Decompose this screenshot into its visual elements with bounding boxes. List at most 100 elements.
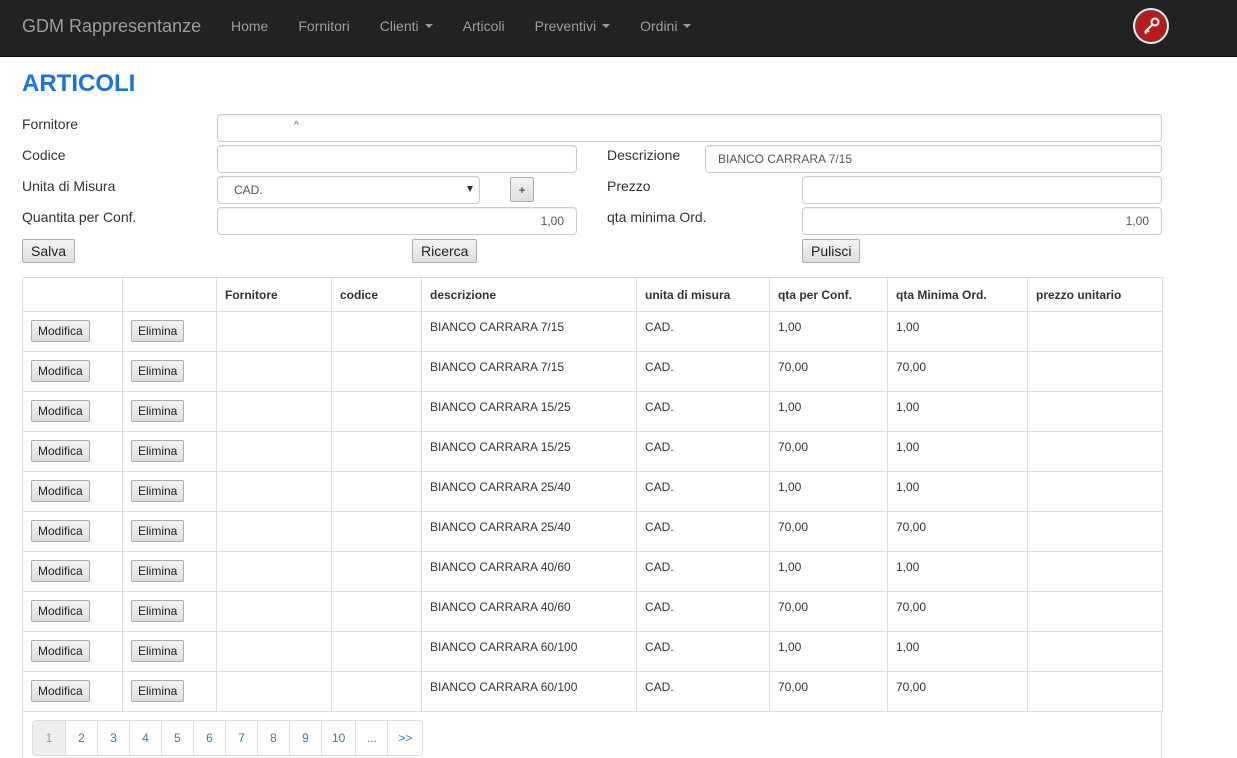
fornitore-cell: [216, 631, 332, 672]
table-row: Modifica Elimina BIANCO CARRARA 7/15 CAD. 70…: [22, 351, 1163, 392]
modifica-cell: Modifica: [22, 551, 123, 592]
table-body: Modifica Elimina BIANCO CARRARA 7/15 CAD. 1,…: [22, 311, 1163, 712]
nav-item-ordini[interactable]: Ordini: [625, 0, 706, 52]
descrizione-cell: BIANCO CARRARA 15/25: [421, 391, 637, 432]
prezzo-cell: [1027, 311, 1163, 352]
qta-min-cell: 1,00: [887, 391, 1028, 432]
modifica-cell: Modifica: [22, 431, 123, 472]
modifica-button[interactable]: Modifica: [31, 480, 90, 502]
elimina-cell: Elimina: [122, 631, 217, 672]
qta-min-input[interactable]: 1,00: [802, 207, 1162, 235]
key-icon[interactable]: [1133, 8, 1169, 44]
page-link[interactable]: 6: [193, 721, 225, 755]
elimina-button[interactable]: Elimina: [131, 560, 185, 582]
page-link[interactable]: >>: [387, 721, 423, 755]
ricerca-button[interactable]: Ricerca: [412, 239, 478, 263]
add-unit-button[interactable]: +: [510, 177, 534, 202]
navbar: GDM Rappresentanze Home Fornitori Clienti A…: [0, 0, 1237, 57]
page-link[interactable]: 5: [161, 721, 193, 755]
elimina-button[interactable]: Elimina: [131, 520, 185, 542]
salva-button[interactable]: Salva: [22, 239, 76, 263]
elimina-button[interactable]: Elimina: [131, 480, 185, 502]
codice-cell: [331, 511, 422, 552]
qta-min-cell: 1,00: [887, 311, 1028, 352]
page-link[interactable]: ...: [355, 721, 388, 755]
column-header: Fornitore: [216, 277, 332, 312]
qta-min-label: qta minima Ord.: [607, 209, 707, 225]
descrizione-cell: BIANCO CARRARA 7/15: [421, 311, 637, 352]
codice-cell: [331, 391, 422, 432]
page-link[interactable]: 4: [129, 721, 161, 755]
modifica-button[interactable]: Modifica: [31, 320, 90, 342]
modifica-button[interactable]: Modifica: [31, 440, 90, 462]
qta-min-cell: 70,00: [887, 671, 1028, 712]
unita-cell: CAD.: [636, 471, 770, 512]
nav-item-preventivi[interactable]: Preventivi: [520, 0, 625, 52]
elimina-cell: Elimina: [122, 391, 217, 432]
elimina-button[interactable]: Elimina: [131, 680, 185, 702]
unita-select[interactable]: CAD.: [217, 176, 480, 204]
page-link[interactable]: 2: [65, 721, 97, 755]
column-header: codice: [331, 277, 422, 312]
table-row: Modifica Elimina BIANCO CARRARA 40/60 CAD. 1…: [22, 551, 1163, 592]
nav-item-home[interactable]: Home: [216, 0, 283, 52]
elimina-button[interactable]: Elimina: [131, 600, 185, 622]
descrizione-input[interactable]: BIANCO CARRARA 7/15: [705, 145, 1162, 173]
elimina-cell: Elimina: [122, 591, 217, 632]
codice-cell: [331, 311, 422, 352]
modifica-button[interactable]: Modifica: [31, 400, 90, 422]
prezzo-input[interactable]: [802, 176, 1162, 204]
fornitore-cell: [216, 591, 332, 632]
page-current[interactable]: 1: [33, 721, 65, 755]
modifica-cell: Modifica: [22, 311, 123, 352]
unita-cell: CAD.: [636, 391, 770, 432]
navbar-brand[interactable]: GDM Rappresentanze: [22, 16, 201, 37]
page-link[interactable]: 10: [321, 721, 356, 755]
modifica-button[interactable]: Modifica: [31, 600, 90, 622]
codice-input[interactable]: [217, 145, 577, 173]
modifica-cell: Modifica: [22, 671, 123, 712]
modifica-button[interactable]: Modifica: [31, 360, 90, 382]
pagination-area: 1 2 3 4 5 6 7 8 9 10... >>: [22, 711, 1162, 758]
elimina-button[interactable]: Elimina: [131, 640, 185, 662]
modifica-cell: Modifica: [22, 631, 123, 672]
descrizione-cell: BIANCO CARRARA 25/40: [421, 471, 637, 512]
page-link[interactable]: 7: [225, 721, 257, 755]
unita-label: Unita di Misura: [22, 178, 116, 194]
page-link[interactable]: 8: [257, 721, 289, 755]
qta-min-cell: 1,00: [887, 631, 1028, 672]
page-link[interactable]: 9: [289, 721, 321, 755]
elimina-cell: Elimina: [122, 351, 217, 392]
modifica-button[interactable]: Modifica: [31, 680, 90, 702]
elimina-button[interactable]: Elimina: [131, 400, 185, 422]
qta-conf-input[interactable]: 1,00: [217, 207, 577, 235]
nav-item-label: Clienti: [379, 18, 419, 34]
modifica-button[interactable]: Modifica: [31, 520, 90, 542]
unita-value: CAD.: [234, 183, 263, 197]
table-row: Modifica Elimina BIANCO CARRARA 25/40 CAD. 1…: [22, 471, 1163, 512]
pulisci-button[interactable]: Pulisci: [802, 239, 861, 263]
nav-item-fornitori[interactable]: Fornitori: [283, 0, 364, 52]
descrizione-cell: BIANCO CARRARA 7/15: [421, 351, 637, 392]
qta-min-cell: 70,00: [887, 351, 1028, 392]
unita-cell: CAD.: [636, 511, 770, 552]
unita-cell: CAD.: [636, 591, 770, 632]
caret-down-icon: [424, 24, 433, 28]
elimina-button[interactable]: Elimina: [131, 360, 185, 382]
modifica-button[interactable]: Modifica: [31, 640, 90, 662]
fornitore-cell: [216, 511, 332, 552]
elimina-button[interactable]: Elimina: [131, 440, 185, 462]
prezzo-cell: [1027, 591, 1163, 632]
codice-cell: [331, 551, 422, 592]
elimina-cell: Elimina: [122, 511, 217, 552]
descrizione-cell: BIANCO CARRARA 15/25: [421, 431, 637, 472]
descrizione-label: Descrizione: [607, 147, 681, 163]
qta-conf-cell: 1,00: [769, 551, 888, 592]
modifica-button[interactable]: Modifica: [31, 560, 90, 582]
page-link[interactable]: 3: [97, 721, 129, 755]
elimina-button[interactable]: Elimina: [131, 320, 185, 342]
nav-item-clienti[interactable]: Clienti: [365, 0, 448, 52]
nav-item-articoli[interactable]: Articoli: [448, 0, 520, 52]
fornitore-select[interactable]: ^: [217, 114, 1162, 142]
descrizione-cell: BIANCO CARRARA 60/100: [421, 671, 637, 712]
